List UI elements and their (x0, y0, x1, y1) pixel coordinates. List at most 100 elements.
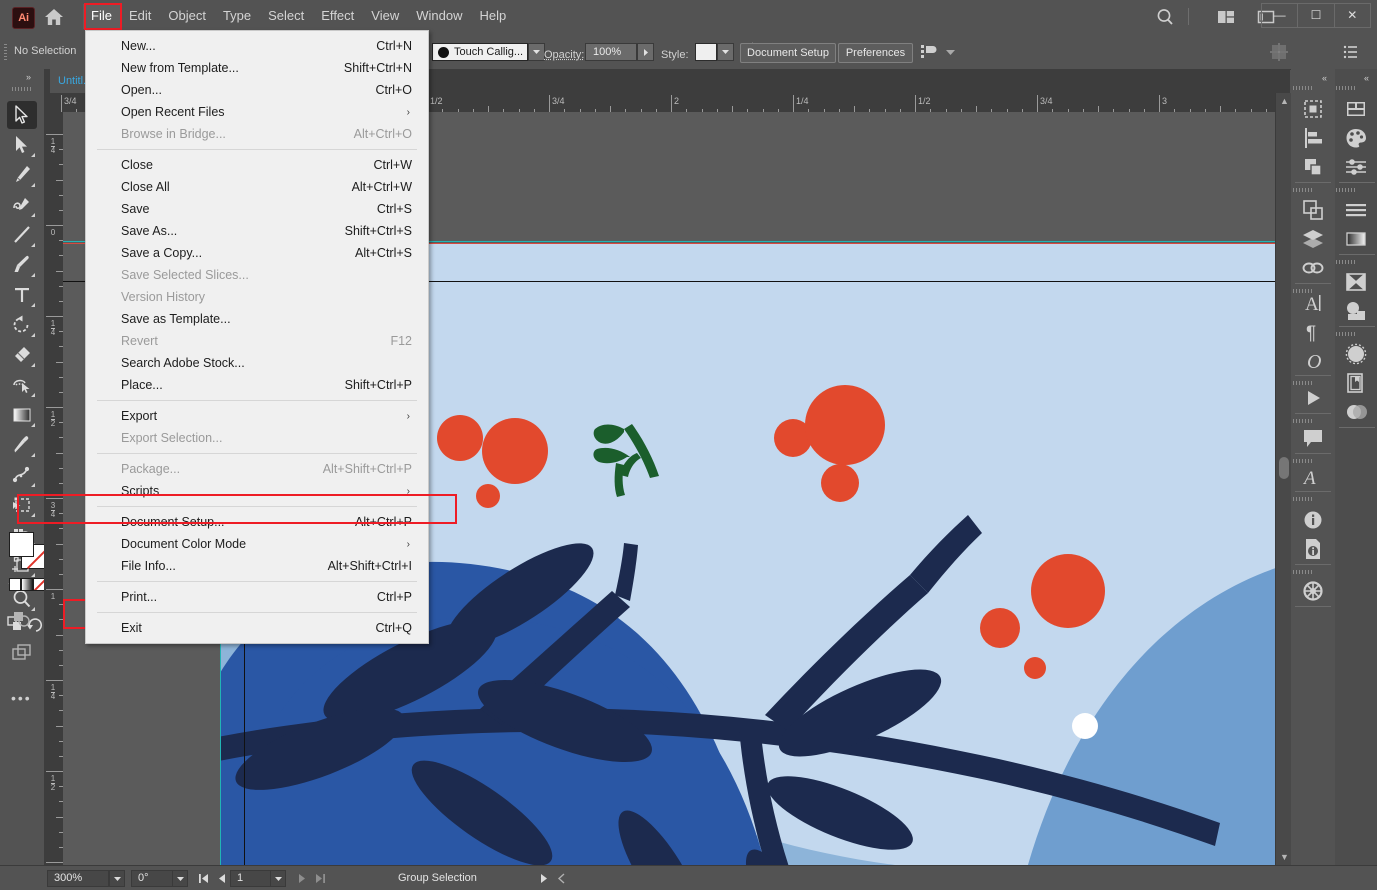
color-mode-button[interactable] (9, 578, 21, 591)
links-icon[interactable] (1299, 254, 1327, 282)
panel-group-grip-b[interactable] (1336, 188, 1356, 192)
menu-item-close[interactable]: Close Ctrl+W (86, 154, 428, 176)
shape-builder-tool[interactable] (7, 371, 37, 399)
control-bar-grip[interactable] (4, 44, 7, 60)
paragraph-icon[interactable]: ¶ (1299, 317, 1327, 345)
stroke-icon[interactable] (1342, 196, 1370, 224)
arrange-documents-icon[interactable] (1215, 6, 1237, 28)
arrange-chevron-button[interactable] (944, 47, 956, 57)
fill-swatch[interactable] (9, 532, 34, 557)
panel-group-grip-b[interactable] (1336, 332, 1356, 336)
next-artboard-icon[interactable] (294, 870, 310, 887)
drawing-mode-tool[interactable] (7, 605, 37, 633)
edit-toolbar-icon[interactable]: ••• (11, 690, 32, 706)
asset-export-icon[interactable] (1299, 535, 1327, 563)
scroll-down-icon[interactable]: ▼ (1280, 852, 1289, 862)
rotate-tool[interactable] (7, 311, 37, 339)
menu-item-file-info[interactable]: File Info... Alt+Shift+Ctrl+I (86, 555, 428, 577)
menu-item-save[interactable]: Save Ctrl+S (86, 198, 428, 220)
graphic-styles-icon[interactable]: A (1299, 462, 1327, 490)
artboard-tool[interactable] (7, 491, 37, 519)
brush-dropdown-button[interactable] (528, 43, 545, 61)
menu-item-export[interactable]: Export › (86, 405, 428, 427)
menu-item-save-as-template[interactable]: Save as Template... (86, 308, 428, 330)
brushes-icon[interactable] (1342, 340, 1370, 368)
menu-item-open-recent-files[interactable]: Open Recent Files › (86, 101, 428, 123)
character-icon[interactable]: A (1299, 288, 1327, 316)
gradient-icon[interactable] (1342, 225, 1370, 253)
direct-selection-tool[interactable] (7, 131, 37, 159)
menu-item-exit[interactable]: Exit Ctrl+Q (86, 617, 428, 639)
graphic-style-swatch[interactable] (695, 43, 717, 61)
menu-item-new-from-template[interactable]: New from Template... Shift+Ctrl+N (86, 57, 428, 79)
eraser-tool[interactable] (7, 341, 37, 369)
transparency-icon[interactable] (1342, 297, 1370, 325)
panel-menu-icon[interactable] (1340, 41, 1362, 63)
menu-type[interactable]: Type (215, 4, 259, 29)
brush-definition-swatch[interactable]: Touch Callig... (432, 43, 528, 61)
first-artboard-icon[interactable] (196, 870, 212, 887)
menu-item-scripts[interactable]: Scripts › (86, 480, 428, 502)
glyphs-icon[interactable]: O (1299, 346, 1327, 374)
status-menu-icon[interactable] (536, 870, 552, 887)
menu-object[interactable]: Object (160, 4, 214, 29)
expand-panels-icon[interactable]: « (1322, 73, 1327, 83)
menu-item-document-setup[interactable]: Document Setup... Alt+Ctrl+P (86, 511, 428, 533)
distribute-spacing-icon[interactable] (918, 41, 940, 63)
document-setup-button[interactable]: Document Setup (740, 43, 836, 63)
minimize-button[interactable]: — (1262, 4, 1299, 27)
type-tool[interactable] (7, 281, 37, 309)
status-collapse-icon[interactable] (554, 870, 570, 887)
rotation-dropdown[interactable] (172, 870, 188, 887)
symbols-icon[interactable] (1299, 577, 1327, 605)
scroll-up-icon[interactable]: ▲ (1280, 96, 1289, 106)
gradient-mode-button[interactable] (21, 578, 33, 591)
artboard-dropdown[interactable] (270, 870, 286, 887)
file-menu-dropdown[interactable]: New... Ctrl+N New from Template... Shift+Ct… (85, 30, 429, 644)
line-segment-tool[interactable] (7, 221, 37, 249)
color-icon[interactable] (1342, 124, 1370, 152)
panel-group-grip-b[interactable] (1336, 260, 1356, 264)
last-artboard-icon[interactable] (312, 870, 328, 887)
menu-item-save-a-copy[interactable]: Save a Copy... Alt+Ctrl+S (86, 242, 428, 264)
menu-help[interactable]: Help (471, 4, 514, 29)
panel-group-grip[interactable] (1293, 570, 1313, 574)
menu-item-close-all[interactable]: Close All Alt+Ctrl+W (86, 176, 428, 198)
expand-panels-icon-2[interactable]: « (1364, 73, 1369, 83)
properties-icon[interactable] (1299, 95, 1327, 123)
preferences-button[interactable]: Preferences (838, 43, 913, 63)
zoom-level-dropdown[interactable] (109, 870, 125, 887)
menu-window[interactable]: Window (408, 4, 470, 29)
appearance-icon[interactable] (1342, 398, 1370, 426)
eyedropper-tool[interactable] (7, 431, 37, 459)
collapse-tools-icon[interactable]: » (26, 72, 31, 82)
swatches-icon[interactable] (1342, 369, 1370, 397)
menu-select[interactable]: Select (260, 4, 312, 29)
close-button[interactable]: ✕ (1335, 4, 1370, 27)
curvature-tool[interactable] (7, 191, 37, 219)
vertical-scrollbar[interactable]: ▲ ▼ (1275, 93, 1291, 865)
artboards-icon[interactable] (1342, 95, 1370, 123)
align-icon[interactable] (1299, 124, 1327, 152)
search-icon[interactable] (1154, 6, 1176, 28)
align-icon[interactable] (1268, 41, 1290, 63)
selection-tool[interactable] (7, 101, 37, 129)
opacity-options-button[interactable] (637, 43, 654, 61)
pen-tool[interactable] (7, 161, 37, 189)
color-guide-icon[interactable] (1342, 153, 1370, 181)
screen-mode-tool[interactable] (7, 640, 37, 668)
blend-tool[interactable] (7, 461, 37, 489)
tools-panel-grip[interactable] (12, 87, 32, 91)
style-dropdown-button[interactable] (717, 43, 734, 61)
menu-effect[interactable]: Effect (313, 4, 362, 29)
panel-group-grip[interactable] (1293, 497, 1313, 501)
menu-item-place[interactable]: Place... Shift+Ctrl+P (86, 374, 428, 396)
panel-group-grip[interactable] (1293, 419, 1313, 423)
gradient-tool[interactable] (7, 401, 37, 429)
panel-group-grip[interactable] (1293, 86, 1313, 90)
menu-edit[interactable]: Edit (121, 4, 159, 29)
home-icon[interactable] (43, 6, 65, 28)
menu-item-print[interactable]: Print... Ctrl+P (86, 586, 428, 608)
menu-item-save-as[interactable]: Save As... Shift+Ctrl+S (86, 220, 428, 242)
menu-view[interactable]: View (363, 4, 407, 29)
